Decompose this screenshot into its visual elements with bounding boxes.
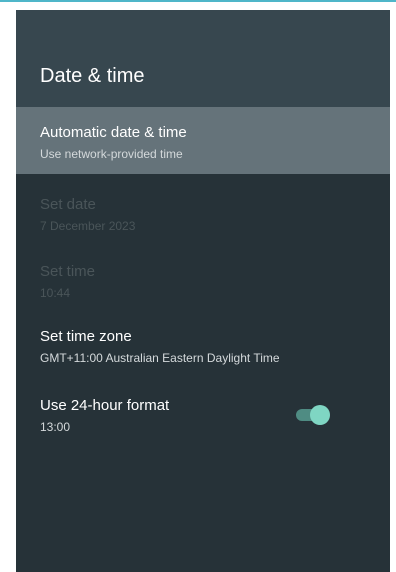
setting-value: 13:00 xyxy=(40,420,71,434)
setting-value: 10:44 xyxy=(40,286,71,300)
setting-label: Set time zone xyxy=(40,328,132,345)
settings-panel: Date & time Automatic date & time Use ne… xyxy=(16,10,390,572)
setting-time-zone[interactable]: Set time zone GMT+11:00 Australian Easte… xyxy=(16,320,390,380)
page-title: Date & time xyxy=(40,65,145,87)
setting-automatic-date-time[interactable]: Automatic date & time Use network-provid… xyxy=(16,107,390,174)
setting-value: Use network-provided time xyxy=(40,147,183,161)
settings-header: Date & time xyxy=(16,10,390,107)
setting-value: GMT+11:00 Australian Eastern Daylight Ti… xyxy=(40,351,280,365)
setting-label: Set date xyxy=(40,196,96,213)
setting-label: Automatic date & time xyxy=(40,124,187,141)
setting-label: Set time xyxy=(40,263,96,280)
top-accent-line xyxy=(0,0,396,2)
setting-set-date: Set date 7 December 2023 xyxy=(16,186,390,246)
setting-label: Use 24-hour format xyxy=(40,397,170,414)
setting-set-time: Set time 10:44 xyxy=(16,258,390,318)
setting-value: 7 December 2023 xyxy=(40,219,136,233)
toggle-thumb xyxy=(310,405,330,425)
24-hour-format-toggle[interactable] xyxy=(294,403,334,427)
